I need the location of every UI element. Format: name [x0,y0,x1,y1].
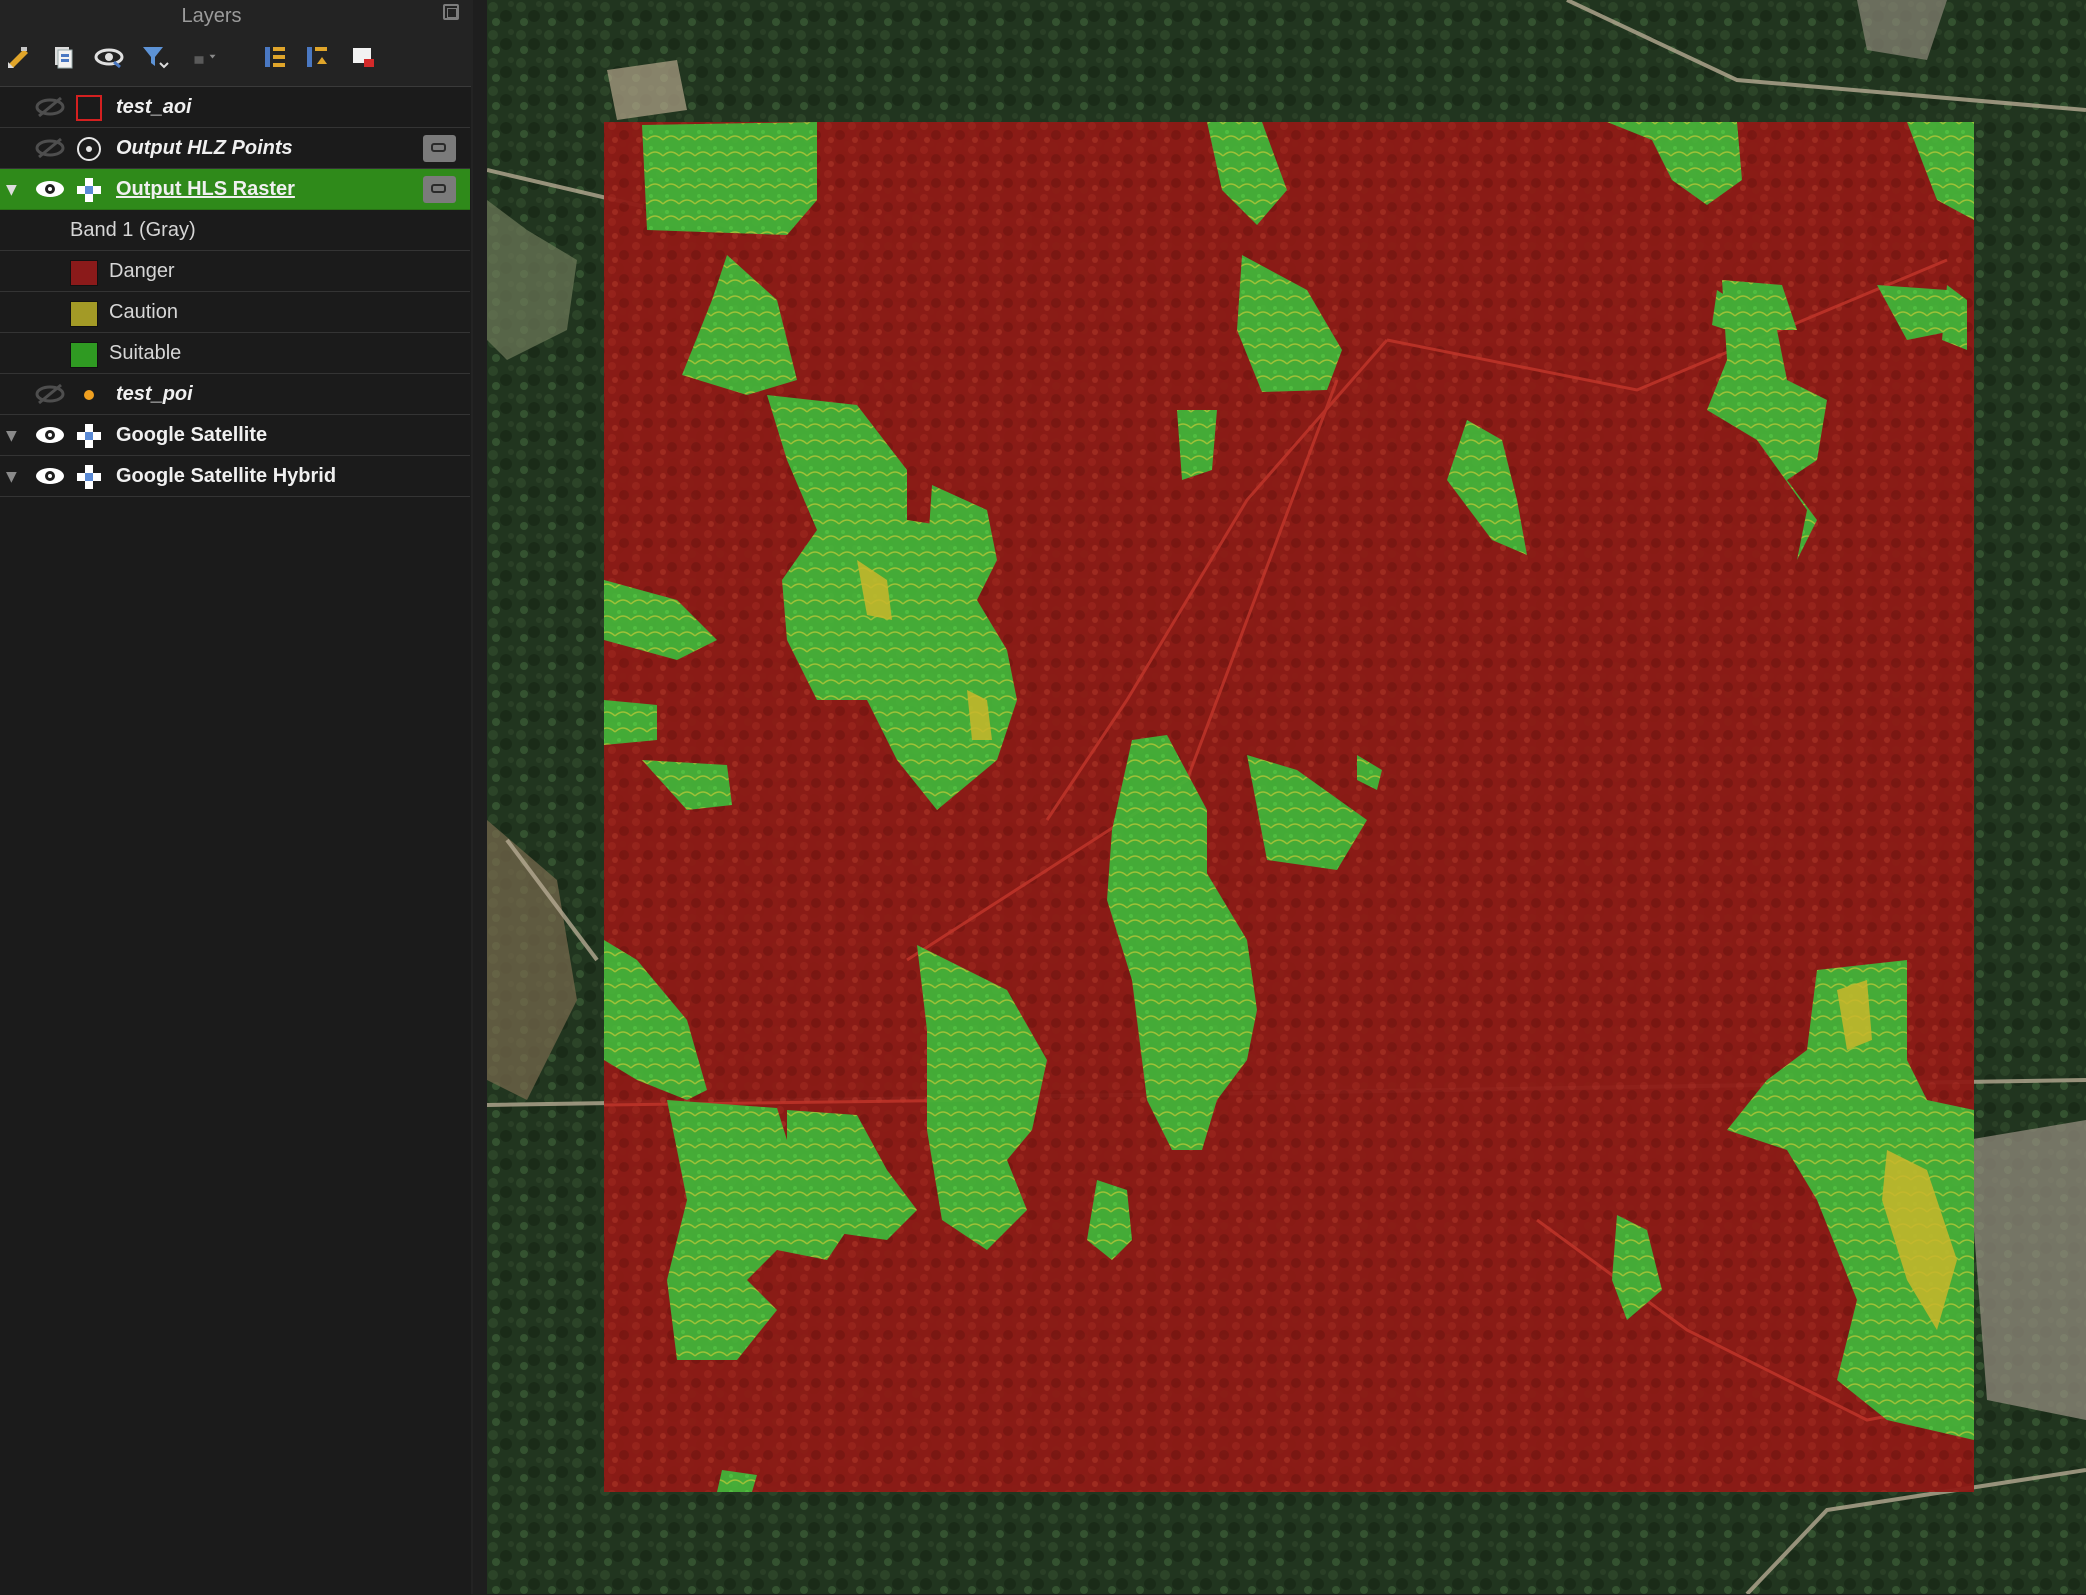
eye-icon[interactable] [33,424,67,446]
panel-title: Layers [181,5,242,27]
undock-icon[interactable] [443,4,459,20]
hidden-eye-icon[interactable] [33,137,67,159]
layers-panel: Layers test_aoi Output HLZ Points ▼ Outp… [0,0,473,1595]
color-swatch [70,260,98,286]
hidden-eye-icon[interactable] [33,383,67,405]
layer-row-google-satellite[interactable]: ▼ Google Satellite [0,415,470,456]
layer-name: test_aoi [116,96,192,118]
layer-tree: test_aoi Output HLZ Points ▼ Output HLS … [0,86,471,1595]
visibility-icon[interactable] [94,42,124,72]
layer-row-test-poi[interactable]: test_poi [0,374,470,415]
layer-row-test-aoi[interactable]: test_aoi [0,87,470,128]
point-dot-icon [76,382,102,408]
manage-themes-icon[interactable] [48,42,78,72]
color-swatch [70,342,98,368]
polygon-layer-icon [76,95,102,121]
embedded-widget-icon[interactable] [423,176,456,203]
map-canvas[interactable] [487,0,2086,1594]
collapse-arrow-icon[interactable]: ▼ [6,182,17,198]
collapse-arrow-icon[interactable]: ▼ [6,469,17,485]
layers-toolbar [0,38,473,78]
eye-icon[interactable] [33,465,67,487]
filter-legend-icon[interactable] [140,42,170,72]
remove-layer-icon[interactable] [348,42,378,72]
color-swatch [70,301,98,327]
point-layer-icon [76,136,102,162]
legend-item-danger: Danger [0,251,470,292]
add-group-icon[interactable] [4,42,34,72]
collapse-arrow-icon[interactable]: ▼ [6,428,17,444]
layer-name: Output HLZ Points [116,137,293,159]
raster-layer-icon [76,177,102,203]
legend-label: Suitable [109,342,182,364]
legend-band-row: Band 1 (Gray) [0,210,470,251]
layer-row-output-hls-raster[interactable]: ▼ Output HLS Raster [0,169,470,210]
eye-icon[interactable] [33,178,67,200]
layer-row-google-satellite-hybrid[interactable]: ▼ Google Satellite Hybrid [0,456,470,497]
embedded-widget-icon[interactable] [423,135,456,162]
raster-layer-icon [76,464,102,490]
expand-all-icon[interactable] [260,42,290,72]
filter-expression-icon[interactable] [190,42,220,72]
legend-label: Danger [109,260,175,282]
hidden-eye-icon[interactable] [33,96,67,118]
layer-name: Google Satellite Hybrid [116,465,337,487]
legend-item-suitable: Suitable [0,333,470,374]
legend-item-caution: Caution [0,292,470,333]
legend-label: Caution [109,301,178,323]
layer-name: Google Satellite [116,424,268,446]
layer-name: test_poi [116,383,193,405]
layer-name: Output HLS Raster [116,178,295,200]
raster-layer-icon [76,423,102,449]
layer-row-output-hlz-points[interactable]: Output HLZ Points [0,128,470,169]
band-label: Band 1 (Gray) [70,219,196,241]
collapse-all-icon[interactable] [302,42,332,72]
